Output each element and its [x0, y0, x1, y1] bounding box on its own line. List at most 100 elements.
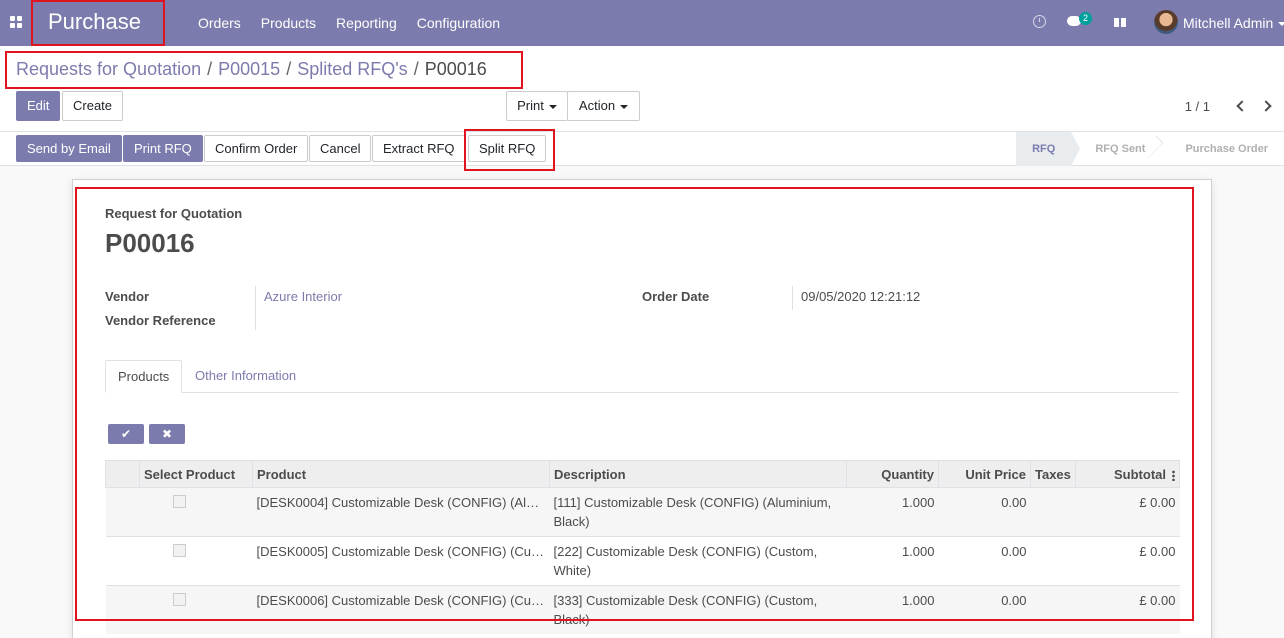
document-title: P00016	[105, 228, 195, 258]
print-label: Print	[517, 98, 544, 113]
vendor-label: Vendor	[105, 289, 150, 304]
send-by-email-button[interactable]: Send by Email	[16, 135, 122, 162]
quantity-cell[interactable]: 1.000	[846, 487, 939, 537]
main-menu: Orders Products Reporting Configuration	[198, 15, 520, 31]
caret-down-icon	[548, 104, 557, 109]
column-product[interactable]: Product	[252, 460, 550, 488]
split-rfq-button[interactable]: Split RFQ	[468, 135, 547, 162]
select-cell	[139, 585, 253, 634]
subtotal-cell: £ 0.00	[1075, 536, 1180, 586]
discard-selection-button[interactable]: ✖	[149, 424, 185, 444]
breadcrumb-rfq[interactable]: Requests for Quotation	[16, 59, 201, 79]
menu-configuration[interactable]: Configuration	[417, 15, 500, 31]
table-row[interactable]: [DESK0004] Customizable Desk (CONFIG) (A…	[105, 487, 1180, 537]
unit-price-cell[interactable]: 0.00	[938, 487, 1031, 537]
clock-icon[interactable]	[1033, 15, 1046, 28]
stage-rfq-sent[interactable]: RFQ Sent	[1071, 132, 1164, 166]
select-product-checkbox[interactable]	[172, 544, 186, 557]
stage-rfq[interactable]: RFQ	[1016, 132, 1081, 166]
kebab-icon[interactable]	[1172, 469, 1175, 481]
menu-orders[interactable]: Orders	[198, 15, 241, 31]
avatar[interactable]	[1154, 10, 1178, 34]
table-row[interactable]: [DESK0006] Customizable Desk (CONFIG) (C…	[105, 585, 1180, 634]
user-name: Mitchell Admin	[1183, 15, 1274, 31]
close-icon: ✖	[161, 427, 173, 441]
edit-button[interactable]: Edit	[16, 91, 61, 121]
confirm-selection-button[interactable]: ✔	[108, 424, 144, 444]
row-handle	[105, 487, 140, 537]
column-unit-price[interactable]: Unit Price	[938, 460, 1031, 488]
extract-rfq-button[interactable]: Extract RFQ	[372, 135, 466, 162]
taxes-cell[interactable]	[1030, 585, 1076, 634]
product-cell[interactable]: [DESK0004] Customizable Desk (CONFIG) (A…	[252, 487, 550, 537]
select-product-checkbox[interactable]	[172, 593, 186, 606]
column-quantity[interactable]: Quantity	[846, 460, 939, 488]
print-rfq-button[interactable]: Print RFQ	[123, 135, 203, 162]
table-header-row: Select Product Product Description Quant…	[105, 460, 1180, 488]
stage-arrow	[1071, 132, 1081, 166]
select-product-checkbox[interactable]	[172, 495, 186, 508]
taxes-cell[interactable]	[1030, 487, 1076, 537]
product-cell[interactable]: [DESK0006] Customizable Desk (CONFIG) (C…	[252, 585, 550, 634]
breadcrumb-separator: /	[413, 59, 419, 79]
order-lines-table: Select Product Product Description Quant…	[105, 460, 1180, 634]
chat-badge: 2	[1079, 12, 1093, 25]
row-handle	[105, 585, 140, 634]
stage-rfq-sent-label: RFQ Sent	[1095, 143, 1146, 155]
description-cell[interactable]: [222] Customizable Desk (CONFIG) (Custom…	[549, 536, 847, 586]
menu-products[interactable]: Products	[261, 15, 316, 31]
breadcrumb-p00015[interactable]: P00015	[218, 59, 280, 79]
unit-price-cell[interactable]: 0.00	[938, 536, 1031, 586]
document-type-label: Request for Quotation	[105, 206, 243, 221]
apps-grid-icon[interactable]	[10, 16, 22, 28]
vendor-field[interactable]: Azure Interior	[264, 289, 342, 304]
pager-value[interactable]: 1 / 1	[1185, 99, 1210, 114]
quantity-cell[interactable]: 1.000	[846, 536, 939, 586]
stage-purchase-order[interactable]: Purchase Order	[1161, 132, 1284, 166]
caret-down-icon	[620, 104, 629, 109]
unit-price-cell[interactable]: 0.00	[938, 585, 1031, 634]
quantity-cell[interactable]: 1.000	[846, 585, 939, 634]
breadcrumb-splited[interactable]: Splited RFQ's	[297, 59, 407, 79]
taxes-cell[interactable]	[1030, 536, 1076, 586]
top-navbar: Purchase Orders Products Reporting Confi…	[0, 0, 1284, 46]
column-taxes[interactable]: Taxes	[1030, 460, 1076, 488]
action-dropdown[interactable]: Action	[567, 91, 640, 121]
product-cell[interactable]: [DESK0005] Customizable Desk (CONFIG) (C…	[252, 536, 550, 586]
stage-bar: RFQ RFQ Sent Purchase Order	[1016, 132, 1284, 166]
column-select-product[interactable]: Select Product	[139, 460, 253, 488]
breadcrumb-separator: /	[286, 59, 292, 79]
notebook-tabs: Products Other Information	[105, 360, 1179, 393]
create-button[interactable]: Create	[62, 91, 124, 121]
stage-rfq-label: RFQ	[1032, 143, 1056, 155]
user-menu[interactable]: Mitchell Admin	[1183, 15, 1284, 31]
breadcrumb: Requests for Quotation / P00015/Splited RF…	[16, 59, 487, 80]
app-brand[interactable]: Purchase	[48, 9, 141, 35]
menu-reporting[interactable]: Reporting	[336, 15, 397, 31]
row-handle	[105, 536, 140, 586]
tab-products[interactable]: Products	[105, 360, 183, 393]
column-description[interactable]: Description	[549, 460, 847, 488]
print-dropdown[interactable]: Print	[506, 91, 568, 121]
column-subtotal[interactable]: Subtotal	[1075, 460, 1180, 488]
confirm-order-button[interactable]: Confirm Order	[204, 135, 309, 162]
tab-other-information[interactable]: Other Information	[183, 360, 308, 393]
check-icon: ✔	[120, 427, 132, 441]
subtotal-cell: £ 0.00	[1075, 487, 1180, 537]
chevron-right-icon[interactable]	[1260, 100, 1272, 112]
description-cell[interactable]: [111] Customizable Desk (CONFIG) (Alumin…	[549, 487, 847, 537]
breadcrumb-current: P00016	[424, 59, 487, 79]
order-date-label: Order Date	[642, 289, 710, 304]
stage-purchase-order-label: Purchase Order	[1185, 143, 1268, 155]
action-label: Action	[578, 98, 616, 113]
chevron-left-icon[interactable]	[1236, 100, 1248, 112]
chevron-down-icon	[1278, 22, 1284, 27]
gift-icon[interactable]	[1114, 15, 1126, 27]
select-cell	[139, 536, 253, 586]
cancel-button[interactable]: Cancel	[309, 135, 372, 162]
status-bar: Send by Email Print RFQ Confirm Order Ca…	[0, 132, 1284, 166]
table-row[interactable]: [DESK0005] Customizable Desk (CONFIG) (C…	[105, 536, 1180, 586]
field-divider	[792, 286, 793, 310]
order-date-field[interactable]: 09/05/2020 12:21:12	[801, 289, 920, 304]
description-cell[interactable]: [333] Customizable Desk (CONFIG) (Custom…	[549, 585, 847, 634]
